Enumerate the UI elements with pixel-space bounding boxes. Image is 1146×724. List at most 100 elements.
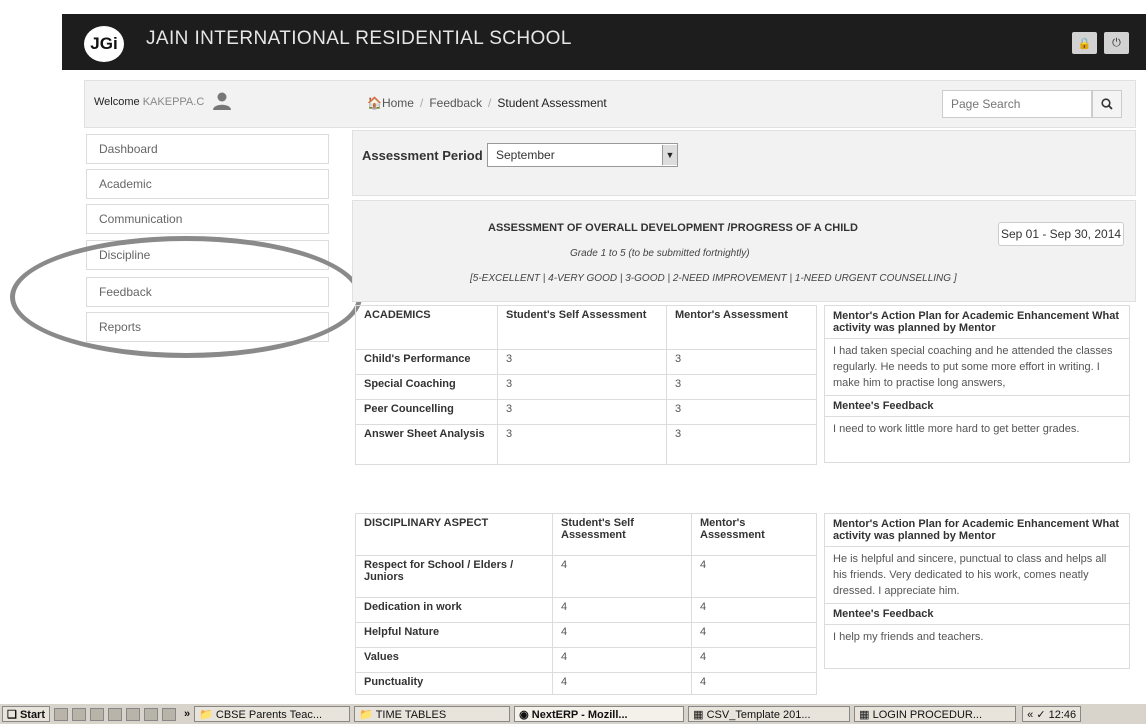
browser-icon: ◉: [519, 709, 529, 721]
self-score: 4: [552, 597, 692, 623]
breadcrumb: 🏠Home / Feedback / Student Assessment: [367, 96, 607, 110]
highlight-ellipse: [10, 236, 362, 358]
breadcrumb-home[interactable]: Home: [382, 96, 414, 110]
windows-taskbar: ❏ Start » 📁 CBSE Parents Teac... 📁 TIME …: [0, 703, 1146, 724]
spreadsheet-icon: ▦: [693, 709, 704, 721]
mentor-score: 4: [691, 597, 817, 623]
mentor-score: 4: [691, 647, 817, 673]
taskbar-item-label: NextERP - Mozill...: [531, 709, 628, 721]
self-score: 4: [552, 672, 692, 695]
discipline-table: DISCIPLINARY ASPECT Student's Self Asses…: [355, 513, 817, 695]
search-button[interactable]: [1092, 90, 1122, 118]
mentee-feedback-text: I help my friends and teachers.: [833, 631, 984, 643]
table-row-label: Answer Sheet Analysis: [355, 424, 498, 465]
table-row-label: Peer Councelling: [355, 399, 498, 425]
taskbar-item-label: TIME TABLES: [375, 709, 447, 721]
lock-icon: 🔒: [1077, 37, 1092, 50]
table-row-label: Dedication in work: [355, 597, 553, 623]
self-score: 3: [497, 374, 667, 400]
quicklaunch-tool-icon[interactable]: [162, 707, 176, 721]
date-range-picker[interactable]: Sep 01 - Sep 30, 2014: [998, 222, 1124, 246]
clock: 12:46: [1048, 709, 1077, 721]
discipline-header: DISCIPLINARY ASPECT: [355, 513, 553, 556]
quicklaunch-chrome-icon[interactable]: [126, 707, 140, 721]
action-plan-title: Mentor's Action Plan for Academic Enhanc…: [825, 514, 1129, 547]
table-row-label: Punctuality: [355, 672, 553, 695]
assessment-period-panel: [352, 130, 1136, 196]
tray-expand-arrows[interactable]: «: [1027, 709, 1033, 721]
sidebar-item-communication[interactable]: Communication: [86, 204, 329, 234]
assessment-period-label: Assessment Period: [362, 148, 483, 163]
welcome-message: Welcome KAKEPPA.C: [94, 96, 204, 108]
mentee-feedback-text: I need to work little more hard to get b…: [833, 423, 1080, 435]
quicklaunch-media-icon[interactable]: [144, 707, 158, 721]
quicklaunch-explorer-icon[interactable]: [72, 707, 86, 721]
folder-icon: 📁: [199, 709, 213, 721]
mentor-assessment-header: Mentor's Assessment: [691, 513, 817, 556]
discipline-action-plan-panel: Mentor's Action Plan for Academic Enhanc…: [824, 513, 1130, 669]
mentor-assessment-header: Mentor's Assessment: [666, 305, 817, 350]
academic-action-plan-panel: Mentor's Action Plan for Academic Enhanc…: [824, 305, 1130, 463]
assessment-title: ASSESSMENT OF OVERALL DEVELOPMENT /PROGR…: [488, 222, 858, 234]
self-assessment-header: Student's Self Assessment: [552, 513, 692, 556]
academics-table: ACADEMICS Student's Self Assessment Ment…: [355, 305, 817, 465]
mentor-score: 3: [666, 374, 817, 400]
self-score: 4: [552, 647, 692, 673]
user-icon: [213, 92, 231, 110]
taskbar-item-folder[interactable]: 📁 CBSE Parents Teac...: [194, 706, 351, 722]
quicklaunch-more-chevron[interactable]: »: [184, 708, 190, 720]
taskbar-item-active-browser[interactable]: ◉ NextERP - Mozill...: [514, 706, 685, 722]
taskbar-item-label: LOGIN PROCEDUR...: [872, 709, 982, 721]
tray-app-icon[interactable]: ✓: [1036, 709, 1045, 721]
search-icon: [1101, 98, 1113, 110]
mentor-score: 3: [666, 399, 817, 425]
mentee-feedback-title: Mentee's Feedback: [825, 604, 1129, 625]
breadcrumb-current: Student Assessment: [497, 96, 607, 110]
school-logo: JGi: [84, 26, 124, 62]
page-search-input[interactable]: [942, 90, 1092, 118]
welcome-user-name: KAKEPPA.C: [142, 96, 205, 108]
folder-icon: 📁: [359, 709, 373, 721]
table-row-label: Helpful Nature: [355, 622, 553, 648]
action-plan-title: Mentor's Action Plan for Academic Enhanc…: [825, 306, 1129, 339]
windows-logo-icon: ❏: [7, 709, 17, 721]
start-button[interactable]: ❏ Start: [2, 706, 50, 722]
assessment-scale-legend: [5-EXCELLENT | 4-VERY GOOD | 3-GOOD | 2-…: [470, 273, 957, 284]
assessment-period-select[interactable]: September: [487, 143, 678, 167]
power-button[interactable]: ⏻: [1104, 32, 1129, 54]
table-row-label: Values: [355, 647, 553, 673]
academics-header: ACADEMICS: [355, 305, 498, 350]
system-tray: « ✓ 12:46: [1022, 706, 1082, 722]
mentor-score: 3: [666, 424, 817, 465]
table-row-label: Respect for School / Elders / Juniors: [355, 555, 553, 598]
self-score: 4: [552, 555, 692, 598]
self-score: 3: [497, 399, 667, 425]
taskbar-item-label: CBSE Parents Teac...: [215, 709, 323, 721]
mentor-score: 4: [691, 555, 817, 598]
power-icon: ⏻: [1112, 36, 1121, 49]
taskbar-item-document[interactable]: ▦ LOGIN PROCEDUR...: [854, 706, 1017, 722]
table-row-label: Child's Performance: [355, 349, 498, 375]
mentor-score: 4: [691, 622, 817, 648]
taskbar-item-spreadsheet[interactable]: ▦ CSV_Template 201...: [688, 706, 851, 722]
start-label: Start: [19, 709, 45, 721]
self-score: 3: [497, 349, 667, 375]
home-icon: 🏠: [367, 96, 382, 110]
sidebar-item-academic[interactable]: Academic: [86, 169, 329, 199]
lock-button[interactable]: 🔒: [1072, 32, 1097, 54]
quicklaunch-browser-icon[interactable]: [108, 707, 122, 721]
action-plan-text: He is helpful and sincere, punctual to c…: [825, 547, 1129, 604]
self-score: 3: [497, 424, 667, 465]
quicklaunch-app-icon[interactable]: [90, 707, 104, 721]
school-name: JAIN INTERNATIONAL RESIDENTIAL SCHOOL: [146, 28, 572, 49]
action-plan-text: I had taken special coaching and he atte…: [825, 339, 1129, 396]
table-row-label: Special Coaching: [355, 374, 498, 400]
breadcrumb-feedback[interactable]: Feedback: [429, 96, 482, 110]
sidebar-item-dashboard[interactable]: Dashboard: [86, 134, 329, 164]
taskbar-item-folder[interactable]: 📁 TIME TABLES: [354, 706, 511, 722]
dropdown-arrow-icon[interactable]: ▼: [662, 145, 677, 165]
document-icon: ▦: [859, 709, 870, 721]
quicklaunch-desktop-icon[interactable]: [54, 707, 68, 721]
mentor-score: 4: [691, 672, 817, 695]
taskbar-item-label: CSV_Template 201...: [706, 709, 811, 721]
